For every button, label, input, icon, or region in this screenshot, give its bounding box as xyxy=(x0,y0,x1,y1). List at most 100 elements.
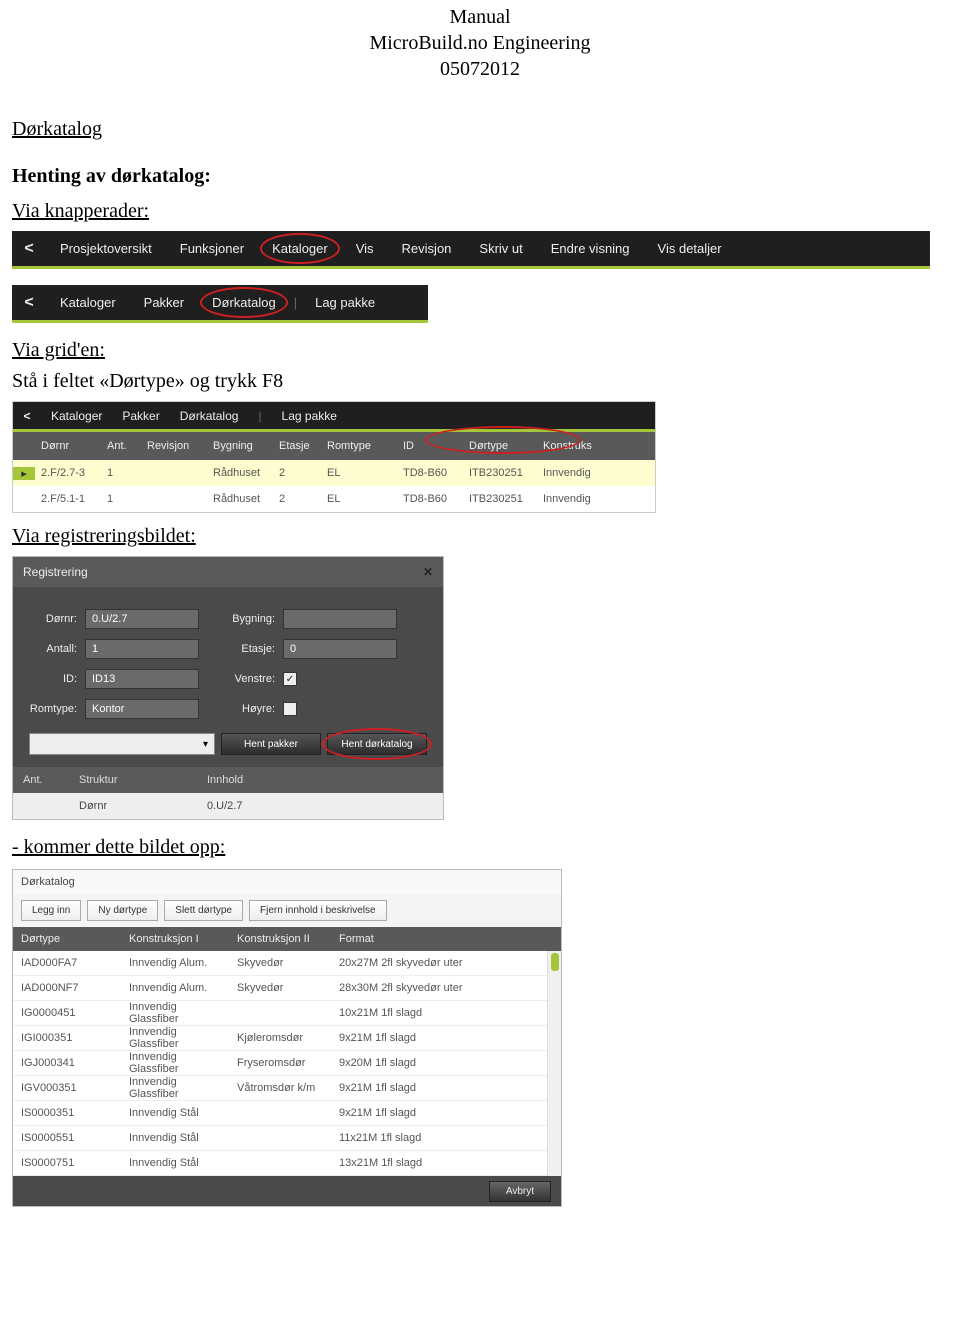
catalog-title: Dørkatalog xyxy=(13,870,561,894)
table-row[interactable]: ▸ 2.F/2.7-3 1 Rådhuset 2 EL TD8-B60 ITB2… xyxy=(13,460,655,486)
catalog-body: IAD000FA7Innvendig Alum.Skyvedør20x27M 2… xyxy=(13,951,561,1176)
cell: Innvendig Alum. xyxy=(121,957,229,969)
scroll-thumb[interactable] xyxy=(551,953,559,971)
subsection-henting: Henting av dørkatalog: xyxy=(12,165,960,188)
col-etasje[interactable]: Etasje xyxy=(273,440,321,452)
col-romtype[interactable]: Romtype xyxy=(321,440,397,452)
toolbar-item-skrivut[interactable]: Skriv ut xyxy=(465,241,536,256)
toolbar-item-vis[interactable]: Vis xyxy=(342,241,388,256)
ny-dortype-button[interactable]: Ny dørtype xyxy=(87,900,158,921)
result-caption: - kommer dette bildet opp: xyxy=(12,836,960,859)
grid-tb-lagpakke[interactable]: Lag pakke xyxy=(272,409,347,423)
table-row[interactable]: IAD000NF7Innvendig Alum.Skyvedør28x30M 2… xyxy=(13,976,561,1001)
package-dropdown[interactable]: ▾ xyxy=(29,733,215,755)
table-row[interactable]: IGJ000341Innvendig GlassfiberFryseromsdø… xyxy=(13,1051,561,1076)
sub-via-registrering: Via registreringsbildet: xyxy=(12,525,960,548)
toolbar-item-endrevisning[interactable]: Endre visning xyxy=(537,241,644,256)
cell: 9x21M 1fl slagd xyxy=(331,1032,511,1044)
toolbar-item-revisjon[interactable]: Revisjon xyxy=(388,241,466,256)
cell: Innvendig Glassfiber xyxy=(121,1076,229,1100)
grid-tb-divider: | xyxy=(248,409,271,423)
table-row[interactable]: 2.F/5.1-1 1 Rådhuset 2 EL TD8-B60 ITB230… xyxy=(13,486,655,512)
bygning-input[interactable] xyxy=(283,609,397,629)
cell: 10x21M 1fl slagd xyxy=(331,1007,511,1019)
doc-title-2: MicroBuild.no Engineering xyxy=(0,30,960,56)
chevron-left-icon[interactable]: < xyxy=(13,409,41,423)
label-bygning: Bygning: xyxy=(223,613,283,625)
door-grid: < Kataloger Pakker Dørkatalog | Lag pakk… xyxy=(12,401,656,513)
col-konstruks[interactable]: Konstruks xyxy=(537,440,607,452)
cell: IGI000351 xyxy=(13,1032,121,1044)
grid-header-row: Dørnr Ant. Revisjon Bygning Etasje Romty… xyxy=(13,432,655,460)
registration-dialog: Registrering ✕ Dørnr: 0.U/2.7 Bygning: A… xyxy=(12,556,444,820)
door-catalog-dialog: Dørkatalog Legg inn Ny dørtype Slett dør… xyxy=(12,869,562,1207)
sub-item-dorkatalog[interactable]: Dørkatalog xyxy=(198,295,290,310)
table-row[interactable]: IS0000351Innvendig Stål9x21M 1fl slagd xyxy=(13,1101,561,1126)
fjern-innhold-button[interactable]: Fjern innhold i beskrivelse xyxy=(249,900,387,921)
table-row[interactable]: IAD000FA7Innvendig Alum.Skyvedør20x27M 2… xyxy=(13,951,561,976)
grid-tb-dorkatalog[interactable]: Dørkatalog xyxy=(170,409,249,423)
sub-item-kataloger[interactable]: Kataloger xyxy=(46,295,130,310)
sub-item-pakker[interactable]: Pakker xyxy=(130,295,198,310)
cell: Innvendig Stål xyxy=(121,1157,229,1169)
cell-dortype[interactable]: ITB230251 xyxy=(463,493,537,505)
hent-pakker-button[interactable]: Hent pakker xyxy=(221,733,321,755)
cell: IGJ000341 xyxy=(13,1057,121,1069)
cell-bygning: Rådhuset xyxy=(207,493,273,505)
cell: IGV000351 xyxy=(13,1082,121,1094)
venstre-checkbox[interactable]: ✓ xyxy=(283,672,297,686)
label-dornr: Dørnr: xyxy=(29,613,85,625)
dornr-input[interactable]: 0.U/2.7 xyxy=(85,609,199,629)
toolbar-divider: | xyxy=(290,295,301,310)
table-row[interactable]: IGV000351Innvendig GlassfiberVåtromsdør … xyxy=(13,1076,561,1101)
col-revisjon[interactable]: Revisjon xyxy=(141,440,207,452)
col-konstr1[interactable]: Konstruksjon I xyxy=(121,933,229,945)
reg-table-row[interactable]: Dørnr 0.U/2.7 xyxy=(13,793,443,819)
col-dortype[interactable]: Dørtype xyxy=(463,440,537,452)
table-row[interactable]: IGI000351Innvendig GlassfiberKjøleromsdø… xyxy=(13,1026,561,1051)
col-konstr2[interactable]: Konstruksjon II xyxy=(229,933,331,945)
close-icon[interactable]: ✕ xyxy=(423,565,433,579)
cell: Innvendig Glassfiber xyxy=(121,1051,229,1075)
toolbar-item-kataloger[interactable]: Kataloger xyxy=(258,241,342,256)
col-ant[interactable]: Ant. xyxy=(101,440,141,452)
legg-inn-button[interactable]: Legg inn xyxy=(21,900,81,921)
sub-item-lagpakke[interactable]: Lag pakke xyxy=(301,295,389,310)
antall-input[interactable]: 1 xyxy=(85,639,199,659)
etasje-input[interactable]: 0 xyxy=(283,639,397,659)
grid-tb-kataloger[interactable]: Kataloger xyxy=(41,409,112,423)
slett-dortype-button[interactable]: Slett dørtype xyxy=(164,900,243,921)
romtype-input[interactable]: Kontor xyxy=(85,699,199,719)
label-id: ID: xyxy=(29,673,85,685)
hent-dorkatalog-button[interactable]: Hent dørkatalog xyxy=(327,733,427,755)
cell-romtype: EL xyxy=(321,467,397,479)
hoyre-checkbox[interactable] xyxy=(283,702,297,716)
toolbar-item-visdetaljer[interactable]: Vis detaljer xyxy=(644,241,736,256)
id-input[interactable]: ID13 xyxy=(85,669,199,689)
col-dortype[interactable]: Dørtype xyxy=(13,933,121,945)
cell-etasje: 2 xyxy=(273,467,321,479)
cell-id: TD8-B60 xyxy=(397,467,463,479)
chevron-left-icon[interactable]: < xyxy=(12,294,46,312)
scrollbar[interactable] xyxy=(547,951,561,1176)
catalog-footer: Avbryt xyxy=(13,1176,561,1206)
col-bygning[interactable]: Bygning xyxy=(207,440,273,452)
col-format[interactable]: Format xyxy=(331,933,511,945)
cell-dortype[interactable]: ITB230251 xyxy=(463,467,537,479)
grid-instruction: Stå i feltet «Dørtype» og trykk F8 xyxy=(12,370,960,393)
col-dornr[interactable]: Dørnr xyxy=(35,440,101,452)
grid-tb-pakker[interactable]: Pakker xyxy=(112,409,169,423)
avbryt-button[interactable]: Avbryt xyxy=(489,1181,551,1202)
table-row[interactable]: IS0000551Innvendig Stål11x21M 1fl slagd xyxy=(13,1126,561,1151)
toolbar-item-funksjoner[interactable]: Funksjoner xyxy=(166,241,258,256)
cell: 20x27M 2fl skyvedør uter xyxy=(331,957,511,969)
cell: IS0000551 xyxy=(13,1132,121,1144)
cell: Skyvedør xyxy=(229,982,331,994)
cell: Fryseromsdør xyxy=(229,1057,331,1069)
chevron-left-icon[interactable]: < xyxy=(12,240,46,258)
col-id[interactable]: ID xyxy=(397,440,463,452)
table-row[interactable]: IS0000751Innvendig Stål13x21M 1fl slagd xyxy=(13,1151,561,1176)
table-row[interactable]: IG0000451Innvendig Glassfiber10x21M 1fl … xyxy=(13,1001,561,1026)
toolbar-item-prosjektoversikt[interactable]: Prosjektoversikt xyxy=(46,241,166,256)
doc-title-1: Manual xyxy=(0,4,960,30)
